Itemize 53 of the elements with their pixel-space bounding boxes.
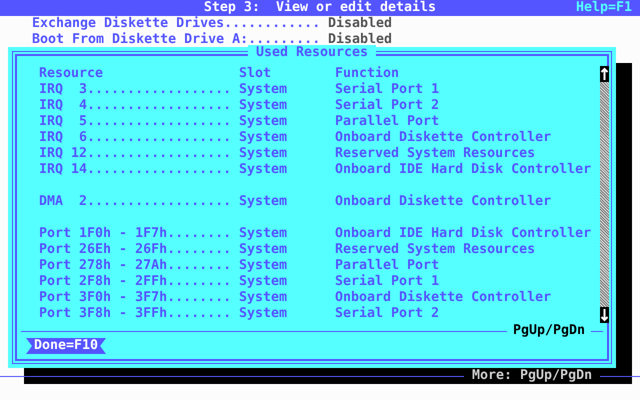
table-cell-text: System [239, 274, 288, 290]
column-header: Slot [239, 66, 272, 82]
table-cell-text: Port 1F0h - 1F7h........ [39, 226, 232, 242]
table-cell: Serial Port 1 [335, 82, 440, 98]
table-cell-text: IRQ 14.................. [39, 162, 232, 178]
setting-label: Exchange Diskette Drives............ [32, 16, 322, 32]
table-cell-text: System [239, 290, 288, 306]
table-cell-text: IRQ 3.................. [39, 82, 232, 98]
table-cell-text: Port 2F8h - 2FFh........ [39, 274, 232, 290]
table-cell: Serial Port 2 [335, 306, 440, 322]
done-button[interactable]: Done=F10 [26, 338, 106, 354]
table-cell-text: System [239, 162, 288, 178]
table-cell: Onboard Diskette Controller [335, 194, 552, 210]
table-cell: Parallel Port [335, 114, 440, 130]
table-cell-text: System [239, 242, 288, 258]
table-cell: Onboard Diskette Controller [335, 290, 552, 306]
table-cell-text: System [239, 130, 288, 146]
help-hint: Help=F1 [576, 0, 632, 16]
column-header: Resource [39, 66, 104, 82]
setting-label: Boot From Diskette Drive A:......... [32, 32, 320, 47]
table-cell-text: System [239, 194, 288, 210]
more-hint: More: PgUp/PgDn [464, 368, 600, 384]
table-cell: Reserved System Resources [335, 146, 536, 162]
table-cell: Onboard IDE Hard Disk Controller [335, 162, 592, 178]
table-cell: Reserved System Resources [335, 242, 536, 258]
scroll-up-arrow-icon[interactable] [600, 66, 609, 82]
table-cell-text: IRQ 12.................. [39, 146, 232, 162]
table-cell-text: Port 278h - 27Ah........ [39, 258, 232, 274]
table-cell-text: System [239, 98, 288, 114]
table-cell-text: Port 3F8h - 3FFh........ [39, 306, 232, 322]
table-cell-text: System [239, 258, 288, 274]
window-title: Step 3: View or edit details [204, 0, 436, 16]
table-cell: Serial Port 2 [335, 98, 440, 114]
setting-value[interactable]: Disabled [328, 32, 392, 48]
table-cell-text: DMA 2.................. [39, 194, 232, 210]
table-cell: Onboard Diskette Controller [335, 130, 552, 146]
table-cell: Serial Port 1 [335, 274, 440, 290]
table-cell: Parallel Port [335, 258, 440, 274]
table-cell-text: IRQ 6.................. [39, 130, 232, 146]
table-cell-text: System [239, 226, 288, 242]
table-cell-text: System [239, 82, 288, 98]
table-cell-text: Port 3F0h - 3F7h........ [39, 290, 232, 306]
table-cell-text: IRQ 5.................. [39, 114, 232, 130]
paging-hint: PgUp/PgDn [507, 323, 592, 339]
column-header: Function [335, 66, 400, 82]
table-cell: Onboard IDE Hard Disk Controller [335, 226, 592, 242]
table-cell-text: System [239, 306, 288, 322]
scroll-down-arrow-icon[interactable] [600, 307, 609, 323]
table-cell-text: System [239, 146, 288, 162]
table-cell-text: Port 26Eh - 26Fh........ [39, 242, 232, 258]
table-cell-text: System [239, 114, 288, 130]
setting-value[interactable]: Disabled [328, 16, 392, 32]
table-cell-text: IRQ 4.................. [39, 98, 232, 114]
